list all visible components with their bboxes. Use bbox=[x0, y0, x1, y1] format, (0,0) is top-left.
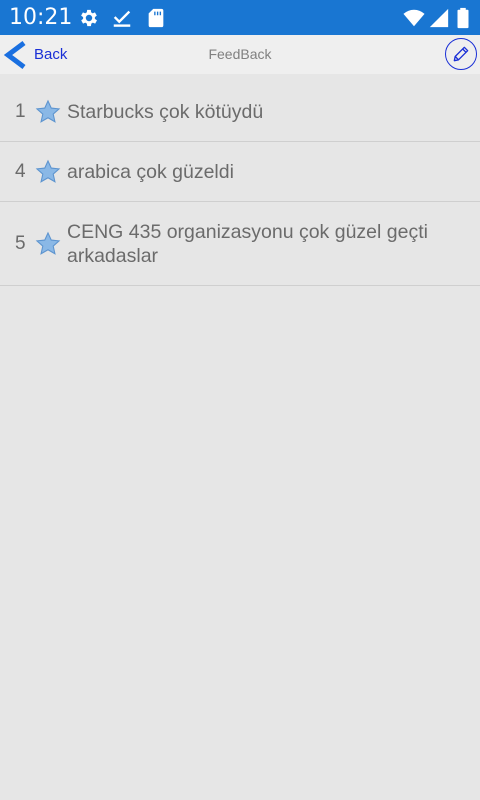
star-icon bbox=[35, 99, 61, 125]
item-text: CENG 435 organizasyonu çok güzel geçti a… bbox=[67, 220, 428, 267]
list-item[interactable]: 4 arabica çok güzeldi bbox=[0, 142, 480, 202]
checkmark-icon bbox=[111, 7, 133, 29]
signal-icon bbox=[428, 7, 450, 29]
edit-button[interactable] bbox=[445, 38, 477, 70]
item-text: arabica çok güzeldi bbox=[67, 160, 234, 183]
item-text: Starbucks çok kötüydü bbox=[67, 100, 264, 123]
pencil-icon bbox=[453, 46, 469, 62]
list-item[interactable]: 5 CENG 435 organizasyonu çok güzel geçti… bbox=[0, 202, 480, 286]
status-bar: 10:21 bbox=[0, 0, 480, 35]
wifi-icon bbox=[402, 7, 426, 29]
feedback-list: 1 Starbucks çok kötüydü 4 arabica çok gü… bbox=[0, 82, 480, 286]
back-label: Back bbox=[34, 46, 68, 63]
star-icon bbox=[35, 159, 61, 185]
navigation-bar: FeedBack Back bbox=[0, 35, 480, 74]
status-time: 10:21 bbox=[9, 5, 73, 30]
star-icon bbox=[35, 231, 61, 257]
battery-icon bbox=[455, 7, 471, 29]
sd-card-icon bbox=[145, 7, 167, 29]
back-button[interactable]: Back bbox=[0, 35, 90, 74]
chevron-left-icon bbox=[2, 40, 28, 69]
gear-icon bbox=[78, 7, 100, 29]
list-item[interactable]: 1 Starbucks çok kötüydü bbox=[0, 82, 480, 142]
